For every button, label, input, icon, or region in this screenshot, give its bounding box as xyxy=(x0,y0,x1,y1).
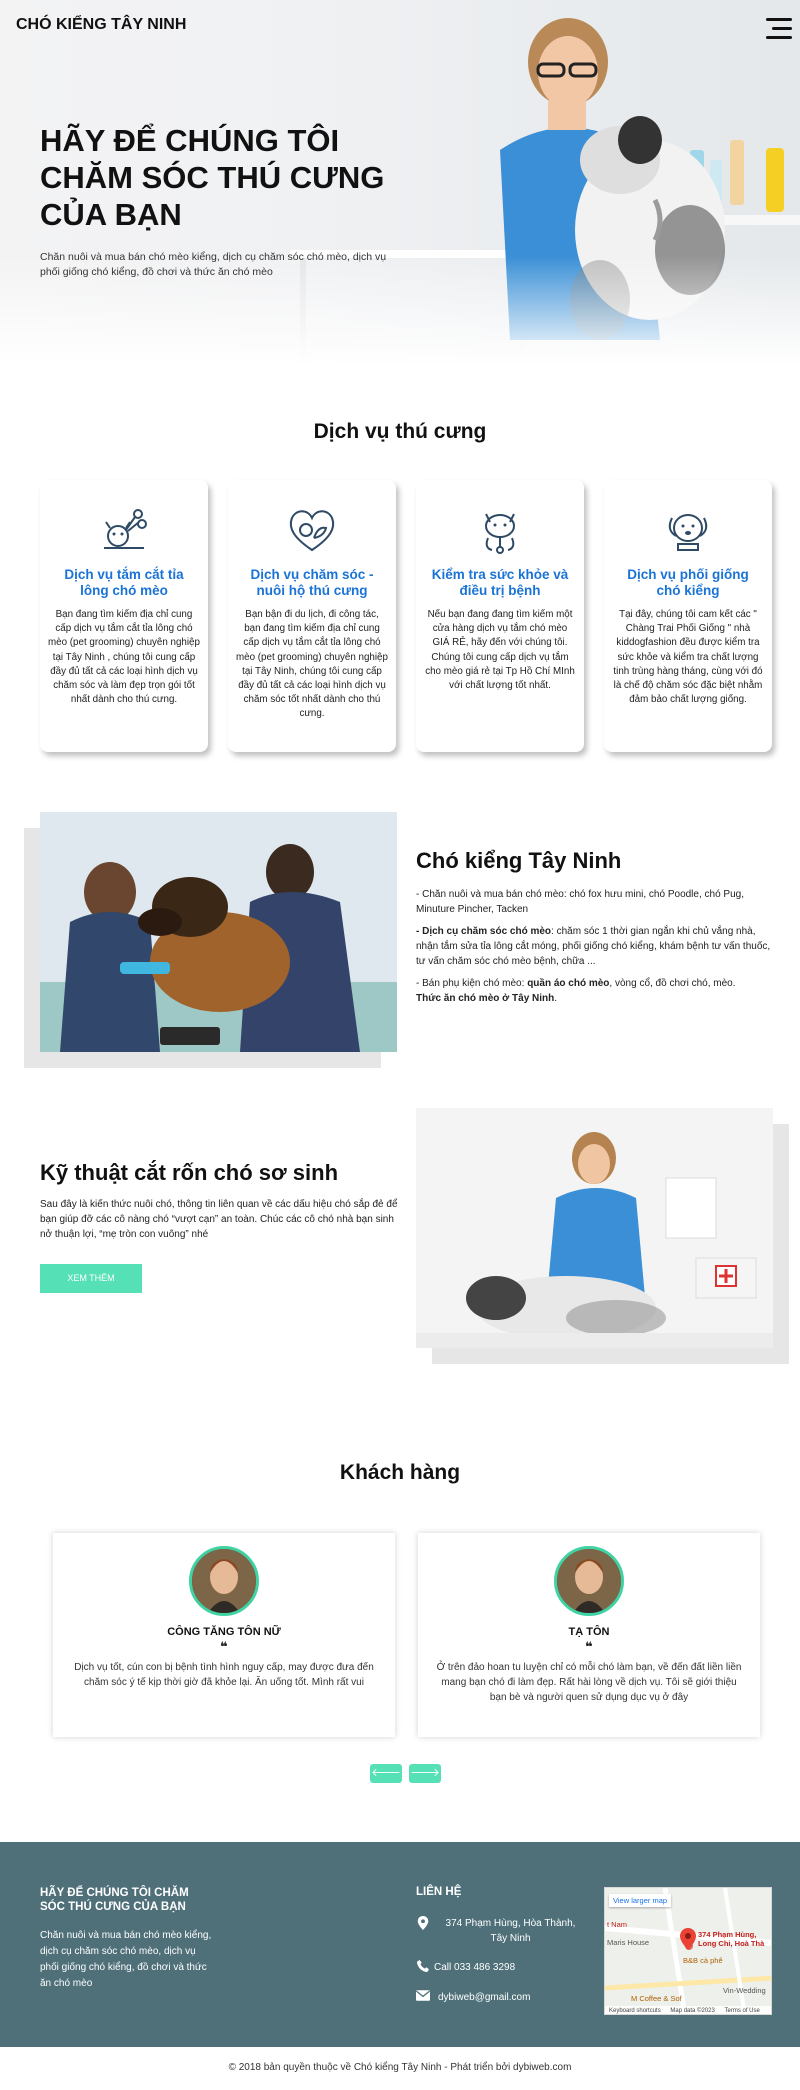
scissors-dog-icon xyxy=(104,509,147,549)
copyright: © 2018 bản quyền thuộc về Chó kiểng Tây … xyxy=(228,2062,572,2073)
about-title: Chó kiểng Tây Ninh xyxy=(416,848,622,873)
technique-description: Sau đây là kiến thức nuôi chó, thông tin… xyxy=(40,1199,398,1240)
see-more-button[interactable]: XEM THÊM xyxy=(40,1264,142,1293)
map-data: Map data ©2023 xyxy=(670,2008,715,2014)
about-p3-bold2: Thức ăn chó mèo ở Tây Ninh xyxy=(416,993,555,1004)
map-place-label: 374 Phạm Hùng, Long Chi, Hoà Thà xyxy=(698,1930,765,1948)
service-title: Kiểm tra sức khỏe và điều trị bệnh xyxy=(431,567,569,598)
about-p3-start: - Bán phụ kiện chó mèo: xyxy=(416,978,528,989)
about-p3-end: . xyxy=(554,993,558,1004)
footer-title: HÃY ĐỂ CHÚNG TÔI CHĂM SÓC THÚ CƯNG CỦA B… xyxy=(40,1887,189,1913)
cat-checkup-icon xyxy=(485,513,515,554)
phone-text: Call 033 486 3298 xyxy=(434,1962,516,1973)
view-larger-map-link[interactable]: View larger map xyxy=(609,1894,672,1907)
menu-bar xyxy=(772,27,792,30)
map-keyboard-shortcuts[interactable]: Keyboard shortcuts xyxy=(609,2008,661,2014)
services-title: Dịch vụ thú cưng xyxy=(313,420,487,443)
menu-bar xyxy=(766,18,792,21)
about-paragraph-3: - Bán phụ kiện chó mèo: quần áo chó mèo,… xyxy=(416,976,776,1006)
map-label: Vin-Wedding xyxy=(723,1986,766,1995)
heart-pets-icon xyxy=(289,510,335,552)
service-text: Bạn bận đi du lịch, đi công tác, bạn đan… xyxy=(236,609,388,720)
technique-title: Kỹ thuật cắt rốn chó sơ sinh xyxy=(40,1160,339,1185)
location-pin-icon xyxy=(417,1916,429,1930)
address-row: 374 Phạm Hùng, Hòa Thành, Tây Ninh xyxy=(416,1916,586,1948)
site-logo[interactable]: CHÓ KIỂNG TÂY NINH xyxy=(16,16,186,34)
service-text: Nếu bạn đang đang tìm kiếm một cửa hàng … xyxy=(425,609,575,692)
map-pin-icon xyxy=(680,1928,696,1950)
map-label: B&B cà phê xyxy=(683,1956,723,1965)
location-map[interactable]: View larger map 374 Phạm Hùng, Long Chi,… xyxy=(604,1887,772,2015)
about-paragraph-1: - Chăn nuôi và mua bán chó mèo: chó fox … xyxy=(416,889,744,915)
footer: HÃY ĐỂ CHÚNG TÔI CHĂM SÓC THÚ CƯNG CỦA B… xyxy=(0,1842,800,2047)
contact-title: LIÊN HỆ xyxy=(416,1886,462,1898)
testimonial-text: Dịch vụ tốt, cún con bị bệnh tình hình n… xyxy=(74,1662,374,1688)
footer-description: Chăn nuôi và mua bán chó mèo kiểng, dịch… xyxy=(40,1930,212,1989)
service-card[interactable]: Dịch vụ phối giống chó kiểng Tại đây, ch… xyxy=(604,480,772,752)
email-icon xyxy=(416,1990,430,2001)
about-p2-bold: - Dịch cụ chăm sóc chó mèo xyxy=(416,926,552,937)
next-button[interactable]: 🡒 xyxy=(409,1764,441,1783)
map-label: M Coffee & Sof xyxy=(631,1994,682,2003)
testimonial-card: CÔNG TĂNG TÔN NỮ ❝ Dịch vụ tốt, cún con … xyxy=(53,1533,395,1737)
testimonial-text: Ở trên đảo hoan tu luyện chỉ có mỗi chó … xyxy=(436,1662,742,1703)
map-label: Maris House xyxy=(607,1938,650,1947)
hero-section: CHÓ KIỂNG TÂY NINH HÃY ĐỂ CHÚNG TÔI CHĂM… xyxy=(0,0,800,365)
hero-title: HÃY ĐỂ CHÚNG TÔI CHĂM SÓC THÚ CƯNG CỦA B… xyxy=(40,123,385,232)
map-footer: Keyboard shortcuts Map data ©2023 Terms … xyxy=(605,2006,771,2014)
avatar xyxy=(189,1546,259,1616)
menu-bar xyxy=(766,36,792,39)
about-paragraph-2: - Dịch cụ chăm sóc chó mèo: chăm sóc 1 t… xyxy=(416,924,776,969)
phone-row[interactable]: Call 033 486 3298 xyxy=(416,1960,586,1976)
service-card[interactable]: Kiểm tra sức khỏe và điều trị bệnh Nếu b… xyxy=(416,480,584,752)
customer-name: CÔNG TĂNG TÔN NỮ xyxy=(167,1626,281,1638)
technique-image xyxy=(416,1108,773,1348)
email-text: dybiweb@gmail.com xyxy=(438,1992,531,2003)
service-title: Dịch vụ phối giống chó kiểng xyxy=(627,567,749,598)
email-row[interactable]: dybiweb@gmail.com xyxy=(416,1990,586,2006)
about-image xyxy=(40,812,397,1052)
map-label: t Nam xyxy=(607,1920,628,1929)
phone-icon xyxy=(417,1960,429,1972)
service-text: Tại đây, chúng tôi cam kết các " Chàng T… xyxy=(613,609,763,706)
testimonial-card: TẠ TÔN ❝ Ở trên đảo hoan tu luyện chỉ có… xyxy=(418,1533,760,1737)
service-title: Dịch vụ chăm sóc - nuôi hộ thú cưng xyxy=(250,567,374,598)
service-card[interactable]: Dịch vụ chăm sóc - nuôi hộ thú cưng Bạn … xyxy=(228,480,396,752)
about-p3-bold: quần áo chó mèo xyxy=(527,978,610,989)
avatar xyxy=(554,1546,624,1616)
service-title: Dịch vụ tắm cắt tỉa lông chó mèo xyxy=(64,567,184,598)
quote-icon: ❝ xyxy=(585,1639,593,1654)
customers-title: Khách hàng xyxy=(339,1461,461,1484)
quote-icon: ❝ xyxy=(220,1639,228,1654)
hamburger-menu-icon[interactable] xyxy=(766,18,792,45)
prev-button[interactable]: 🡐 xyxy=(370,1764,402,1783)
about-p3-rest: , vòng cổ, đồ chơi chó, mèo. xyxy=(609,978,736,989)
service-card[interactable]: Dịch vụ tắm cắt tỉa lông chó mèo Bạn đan… xyxy=(40,480,208,752)
hero-description: Chăn nuôi và mua bán chó mèo kiểng, dịch… xyxy=(40,251,387,278)
service-text: Bạn đang tìm kiếm địa chỉ cung cấp dịch … xyxy=(48,609,200,706)
customer-name: TẠ TÔN xyxy=(568,1626,610,1638)
dog-face-icon xyxy=(668,514,708,551)
address-text: 374 Phạm Hùng, Hòa Thành, Tây Ninh xyxy=(445,1918,576,1944)
map-terms[interactable]: Terms of Use xyxy=(725,2008,760,2014)
